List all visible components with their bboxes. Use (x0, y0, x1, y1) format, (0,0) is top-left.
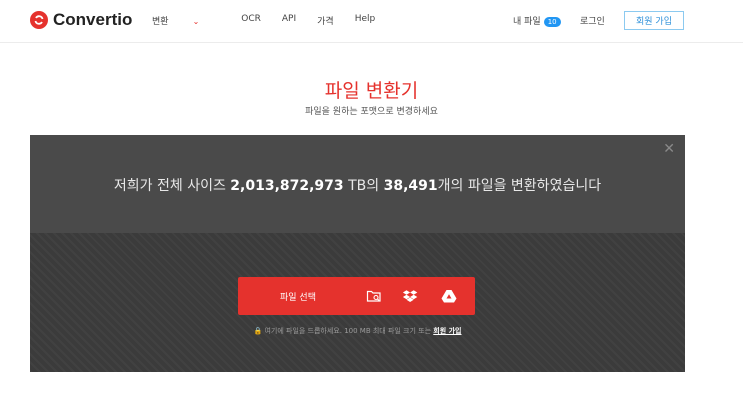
nav-item-convert[interactable]: 변환 ⌄ (152, 14, 220, 27)
stats-suffix: 개의 파일을 변환하였습니다 (437, 178, 602, 194)
nav-item-api[interactable]: API (282, 14, 296, 27)
chevron-down-icon: ⌄ (192, 17, 200, 26)
signup-button[interactable]: 회원 가입 (624, 11, 684, 30)
my-files-label: 내 파일 (513, 17, 541, 27)
convertio-logo-icon (30, 11, 48, 29)
folder-search-icon[interactable] (366, 288, 382, 304)
drop-hint-text: 여기에 파일을 드롭하세요. 100 MB 최대 파일 크기 또는 (264, 327, 432, 335)
stats-file-count: 38,491 (383, 178, 438, 194)
top-navigation-bar: Convertio 변환 ⌄ OCR API 가격 Help 내 파일 10 로그인… (0, 0, 743, 43)
login-link[interactable]: 로그인 (580, 14, 605, 27)
nav-item-help[interactable]: Help (355, 14, 376, 27)
stats-size-unit: TB의 (343, 178, 384, 194)
lock-icon: 🔒 (253, 327, 263, 335)
choose-files-label: 파일 선택 (280, 293, 316, 303)
stats-banner: ✕ 저희가 전체 사이즈 2,013,872,973 TB의 38,491개의 … (30, 135, 685, 233)
choose-files-button[interactable]: 파일 선택 (238, 277, 475, 315)
close-icon[interactable]: ✕ (663, 141, 675, 157)
google-drive-icon[interactable] (441, 288, 457, 304)
file-count-badge: 10 (543, 17, 561, 27)
convertio-logo[interactable]: Convertio (30, 10, 132, 30)
stats-prefix: 저희가 전체 사이즈 (113, 178, 231, 194)
main-nav: 변환 ⌄ OCR API 가격 Help (152, 14, 396, 27)
page-title: 파일 변환기 (324, 80, 419, 102)
page-subtitle: 파일을 원하는 포맷으로 변경하세요 (305, 107, 438, 117)
conversion-stats: 저희가 전체 사이즈 2,013,872,973 TB의 38,491개의 파일… (30, 175, 685, 195)
nav-item-pricing[interactable]: 가격 (317, 14, 334, 27)
stats-size-value: 2,013,872,973 (230, 178, 344, 194)
dropbox-icon[interactable] (402, 288, 418, 304)
brand-name: Convertio (53, 10, 133, 29)
drop-hint: 🔒 여기에 파일을 드롭하세요. 100 MB 최대 파일 크기 또는 회원 가… (30, 326, 685, 336)
nav-item-ocr[interactable]: OCR (241, 14, 261, 27)
nav-item-label: 변환 (152, 17, 169, 27)
my-files-link[interactable]: 내 파일 10 (513, 14, 561, 27)
hint-signup-link[interactable]: 회원 가입 (433, 327, 461, 335)
upload-panel[interactable]: ✕ 저희가 전체 사이즈 2,013,872,973 TB의 38,491개의 … (30, 135, 685, 372)
